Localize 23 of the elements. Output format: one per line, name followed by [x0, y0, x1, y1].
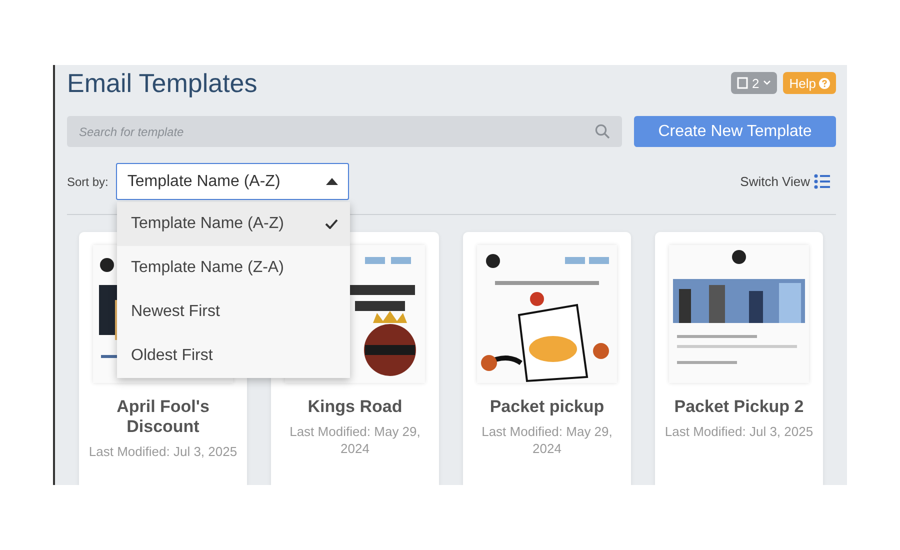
chevron-down-icon	[763, 80, 772, 86]
search-field[interactable]: Search for template	[67, 116, 622, 147]
question-icon	[819, 78, 830, 88]
sort-label: Sort by:	[67, 174, 108, 188]
last-modified-date: Last Modified: Jul 3, 2025	[88, 443, 238, 460]
template-card[interactable]: Packet pickup Last Modified: May 29, 2024	[463, 232, 631, 485]
template-card[interactable]: Packet Pickup 2 Last Modified: Jul 3, 2025	[655, 232, 823, 485]
list-view-icon	[814, 174, 830, 189]
template-name: Packet Pickup 2	[673, 397, 805, 417]
sort-dropdown[interactable]: Template Name (A-Z)	[116, 163, 350, 200]
template-name: April Fool's Discount	[116, 397, 210, 437]
template-name: Packet pickup	[488, 397, 606, 417]
template-name: Kings Road	[306, 397, 404, 417]
last-modified-date: Last Modified: Jul 3, 2025	[664, 423, 814, 440]
document-icon	[737, 77, 748, 89]
check-icon	[325, 219, 338, 229]
search-icon	[595, 124, 610, 139]
sort-option[interactable]: Template Name (A-Z)	[117, 202, 350, 246]
page-title: Email Templates	[67, 68, 258, 98]
caret-icon	[326, 178, 338, 185]
last-modified-date: Last Modified: May 29, 2024	[480, 423, 614, 457]
last-modified-date: Last Modified: May 29, 2024	[288, 423, 422, 457]
switch-view-button[interactable]: Switch View	[734, 173, 836, 190]
